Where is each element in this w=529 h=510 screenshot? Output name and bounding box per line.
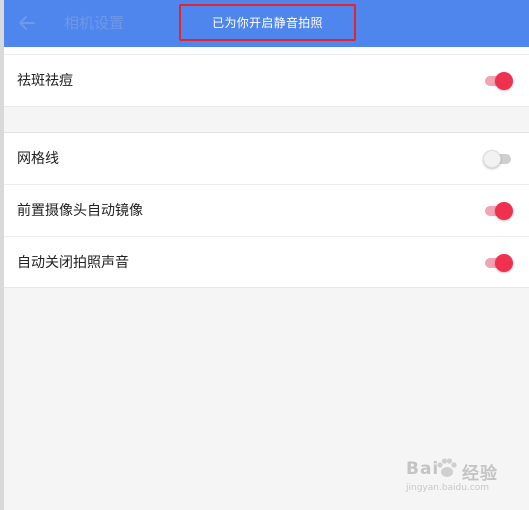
toggle-switch-blemish[interactable] [483,72,513,90]
setting-row-mute-shutter[interactable]: 自动关闭拍照声音 [4,237,529,289]
toast-message: 已为你开启静音拍照 [179,4,356,41]
toggle-switch-mirror[interactable] [483,202,513,220]
switch-thumb [495,254,513,272]
arrow-left-icon[interactable] [16,12,38,34]
setting-row-mirror[interactable]: 前置摄像头自动镜像 [4,185,529,237]
app-bar: 相机设置 已为你开启静音拍照 [0,0,529,47]
toggle-switch-mute-shutter[interactable] [483,254,513,272]
toggle-switch-grid[interactable] [483,150,513,168]
setting-row-grid[interactable]: 网格线 [4,133,529,185]
setting-label: 自动关闭拍照声音 [17,255,129,271]
watermark-url: jingyan.baidu.com [406,483,490,493]
settings-group-beauty: 祛斑祛痘 [4,47,529,107]
paw-icon [434,455,460,481]
group-top-divider [4,47,529,55]
setting-label: 前置摄像头自动镜像 [17,203,143,219]
page-title: 相机设置 [64,14,125,32]
switch-thumb [495,202,513,220]
setting-row-blemish[interactable]: 祛斑祛痘 [4,55,529,107]
watermark-suffix: 经验 [462,464,498,484]
baidu-watermark: Bai 经验 jingyan.baidu.com [406,455,506,495]
settings-group-camera: 网格线 前置摄像头自动镜像 自动关闭拍照声音 [4,132,529,288]
setting-label: 网格线 [17,151,59,167]
window-edge [0,0,4,510]
switch-thumb [483,150,501,168]
toast-text: 已为你开启静音拍照 [212,16,323,30]
switch-thumb [495,72,513,90]
setting-label: 祛斑祛痘 [17,73,73,89]
